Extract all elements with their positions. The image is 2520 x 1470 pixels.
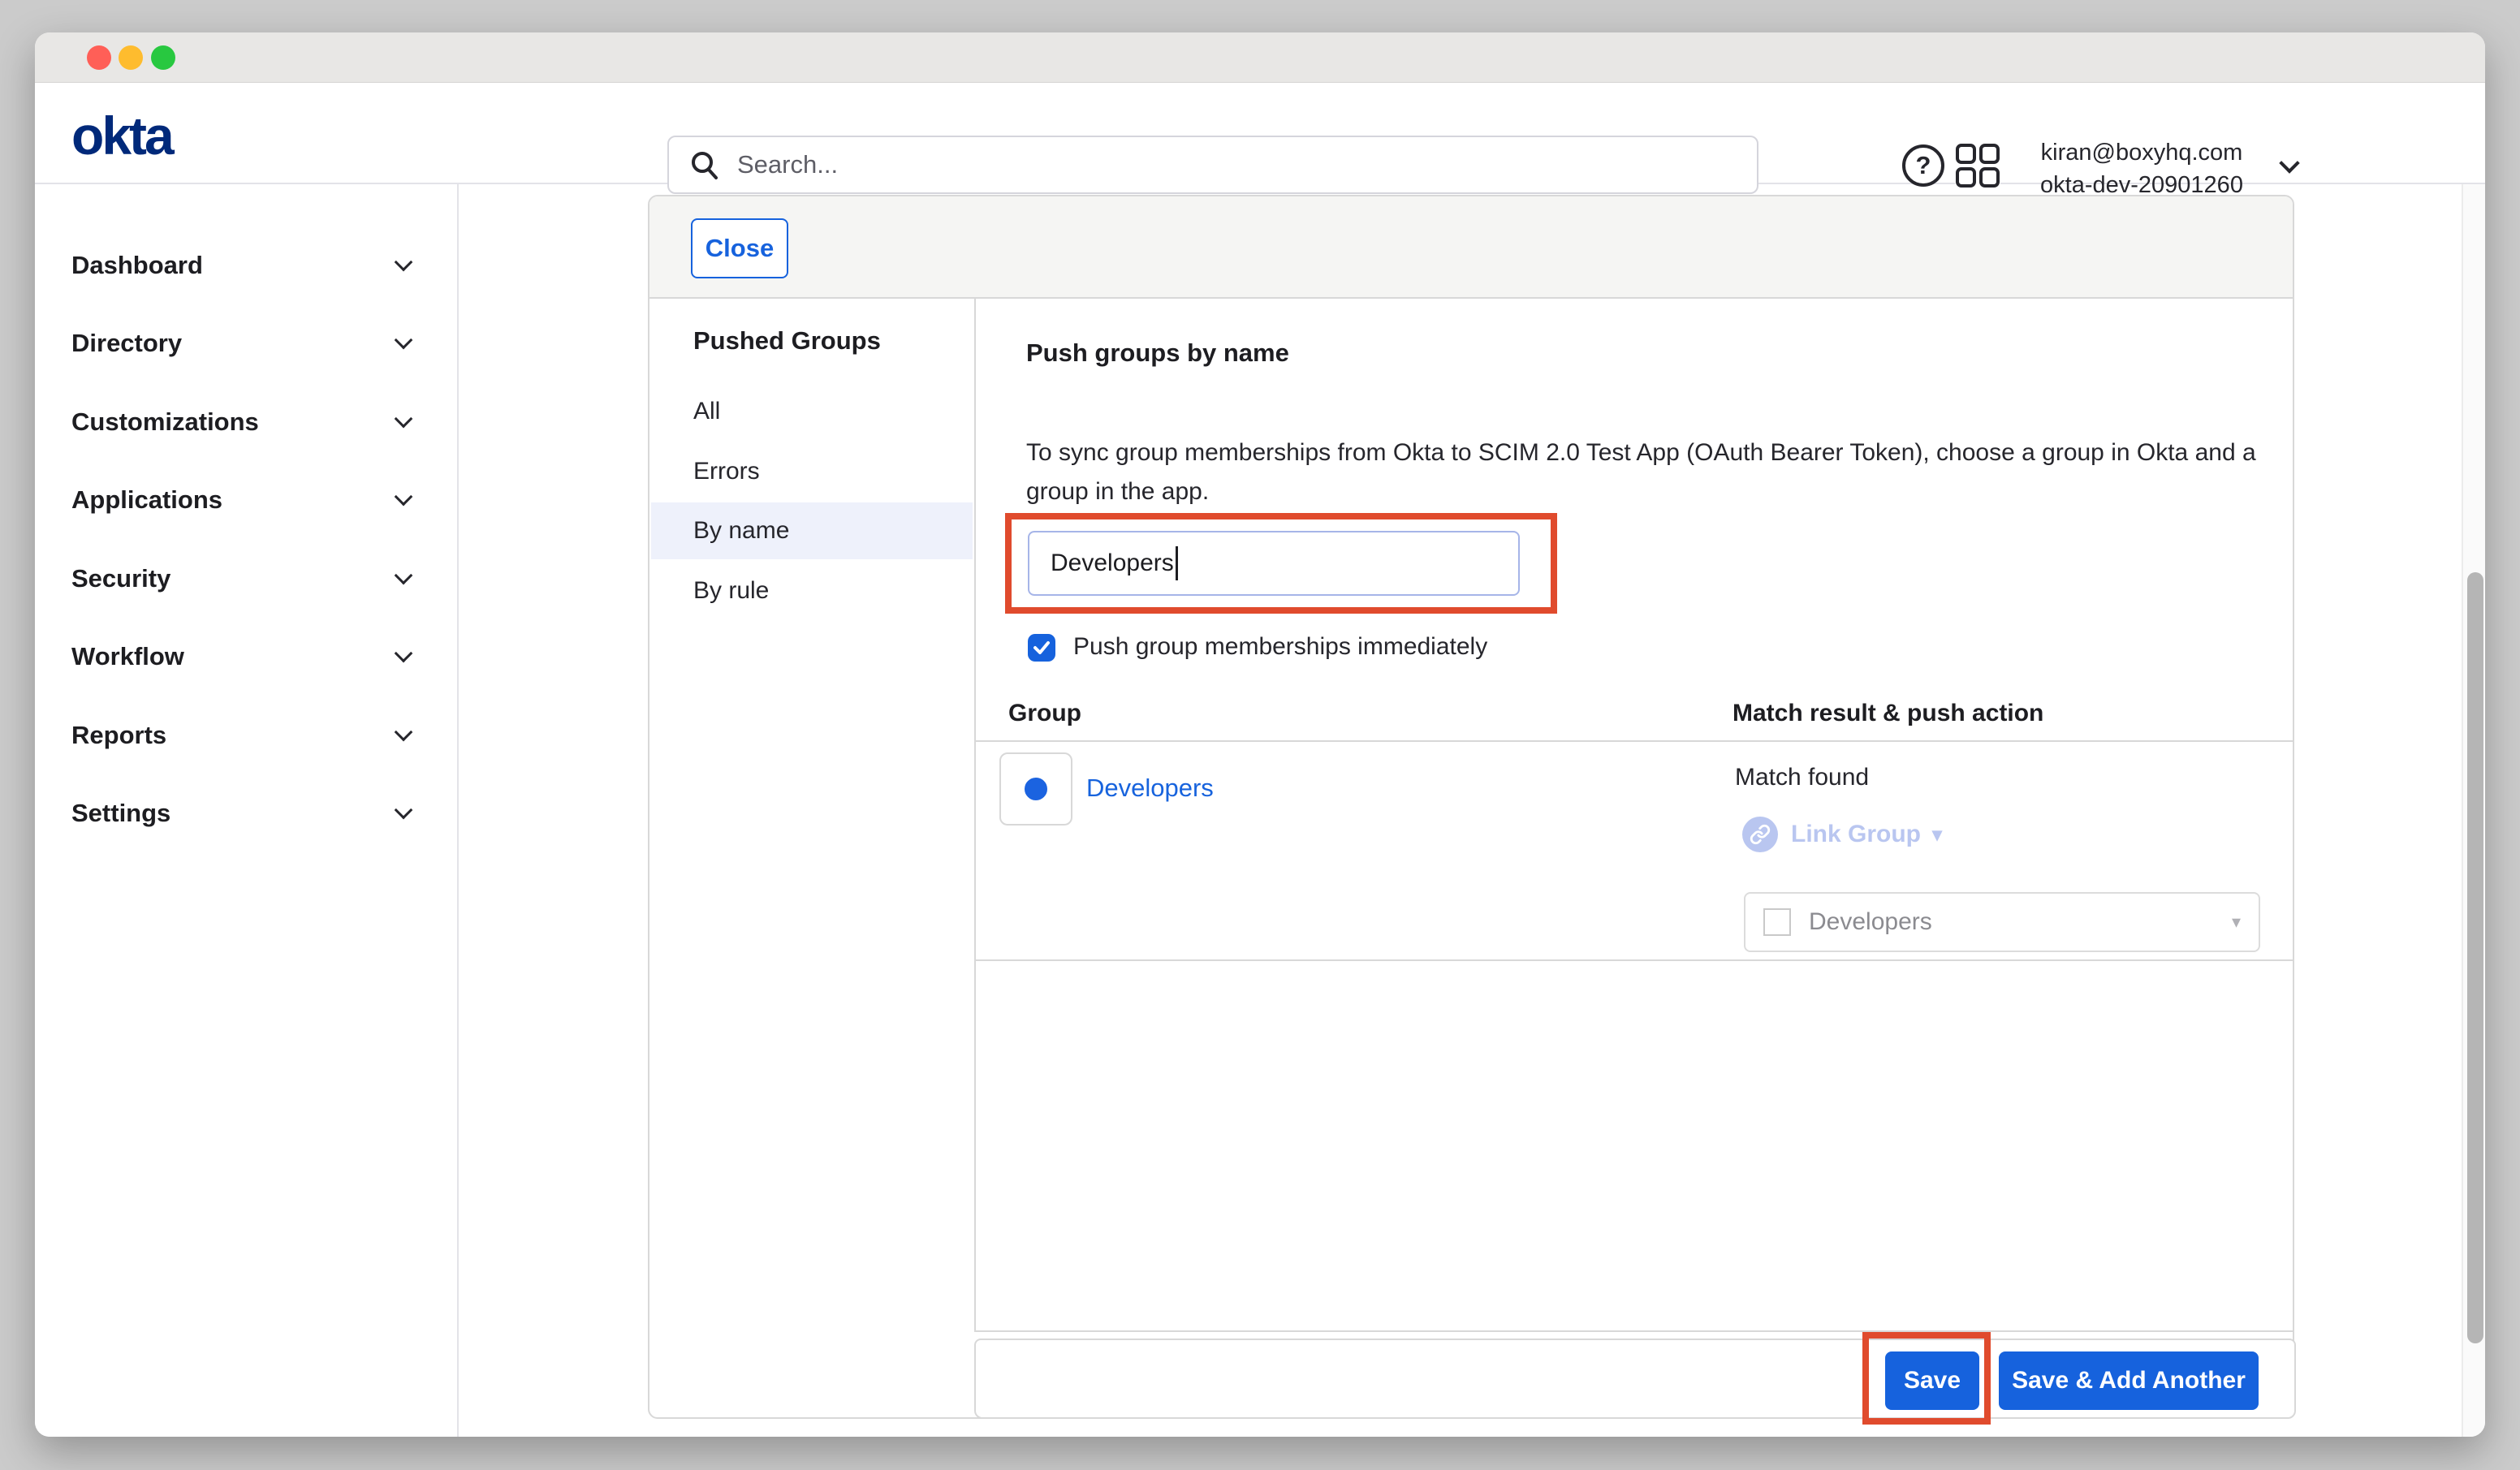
section-description: To sync group memberships from Okta to S… bbox=[1026, 433, 2281, 511]
target-group-icon bbox=[1763, 908, 1791, 936]
scrollbar-track[interactable] bbox=[2462, 184, 2485, 1437]
close-window-button[interactable] bbox=[87, 45, 111, 70]
link-icon bbox=[1742, 817, 1778, 852]
help-button[interactable]: ? bbox=[1902, 144, 1944, 187]
push-by-name-content: Push groups by name To sync group member… bbox=[974, 299, 2294, 1332]
chevron-down-icon bbox=[395, 644, 413, 663]
browser-window: okta ? kiran@boxyhq. bbox=[35, 32, 2485, 1437]
target-group-select[interactable]: Developers ▾ bbox=[1744, 892, 2260, 952]
push-groups-panel: Close Pushed Groups All Errors By name B… bbox=[648, 195, 2294, 1419]
sidebar-item-settings[interactable]: Settings bbox=[35, 785, 457, 842]
match-status: Match found bbox=[1735, 764, 1869, 791]
caret-down-icon: ▾ bbox=[2232, 912, 2241, 933]
group-name-link[interactable]: Developers bbox=[1086, 774, 1214, 803]
group-logo bbox=[999, 752, 1072, 826]
group-logo-icon bbox=[1025, 778, 1047, 800]
save-and-add-another-button[interactable]: Save & Add Another bbox=[1999, 1351, 2259, 1410]
scrollbar-thumb[interactable] bbox=[2467, 572, 2483, 1343]
chevron-down-icon bbox=[395, 331, 413, 350]
account-email: kiran@boxyhq.com bbox=[2012, 136, 2272, 169]
search-input[interactable] bbox=[736, 149, 1737, 180]
push-immediately-label[interactable]: Push group memberships immediately bbox=[1073, 633, 1487, 661]
question-mark-icon: ? bbox=[1916, 151, 1931, 180]
pushed-groups-tab-by-rule[interactable]: By rule bbox=[651, 563, 973, 619]
sidebar-item-workflow[interactable]: Workflow bbox=[35, 628, 457, 685]
group-name-input-value: Developers bbox=[1051, 550, 1174, 577]
chevron-down-icon bbox=[2279, 153, 2299, 173]
chevron-down-icon bbox=[395, 801, 413, 820]
sidebar-item-security[interactable]: Security bbox=[35, 550, 457, 607]
pushed-groups-tab-all[interactable]: All bbox=[651, 383, 973, 440]
pushed-groups-tab-by-name[interactable]: By name bbox=[651, 502, 973, 559]
sidebar-item-customizations[interactable]: Customizations bbox=[35, 394, 457, 450]
sidebar-item-dashboard[interactable]: Dashboard bbox=[35, 237, 457, 294]
main-sidebar: Dashboard Directory Customizations Appli… bbox=[35, 184, 459, 1437]
chevron-down-icon bbox=[395, 567, 413, 585]
account-menu[interactable]: kiran@boxyhq.com okta-dev-20901260 bbox=[2012, 136, 2272, 201]
chevron-down-icon bbox=[395, 253, 413, 272]
column-header-match: Match result & push action bbox=[1732, 700, 2043, 727]
search-icon bbox=[688, 149, 721, 181]
table-row-divider bbox=[976, 959, 2294, 961]
pushed-groups-tab-errors[interactable]: Errors bbox=[651, 443, 973, 500]
close-button[interactable]: Close bbox=[691, 218, 788, 278]
checkmark-icon bbox=[1032, 638, 1051, 657]
window-title-bar bbox=[35, 32, 2485, 83]
minimize-window-button[interactable] bbox=[119, 45, 143, 70]
global-search[interactable] bbox=[667, 136, 1758, 194]
panel-footer: Save Save & Add Another bbox=[974, 1339, 2296, 1419]
chevron-down-icon bbox=[395, 723, 413, 742]
table-header-divider bbox=[976, 740, 2294, 742]
zoom-window-button[interactable] bbox=[151, 45, 175, 70]
chevron-down-icon bbox=[395, 410, 413, 429]
save-button[interactable]: Save bbox=[1885, 1351, 1979, 1410]
sidebar-item-directory[interactable]: Directory bbox=[35, 315, 457, 372]
pushed-groups-title: Pushed Groups bbox=[693, 326, 881, 356]
top-app-bar: okta ? kiran@boxyhq. bbox=[35, 83, 2485, 184]
desktop: okta ? kiran@boxyhq. bbox=[0, 0, 2520, 1470]
chevron-down-icon bbox=[395, 488, 413, 507]
target-group-value: Developers bbox=[1809, 908, 2232, 936]
link-group-label: Link Group bbox=[1791, 821, 1921, 848]
section-title: Push groups by name bbox=[1026, 338, 1289, 368]
panel-toolbar: Close bbox=[649, 196, 2293, 299]
column-header-group: Group bbox=[1008, 700, 1081, 727]
push-immediately-checkbox[interactable] bbox=[1028, 634, 1055, 662]
okta-logo[interactable]: okta bbox=[71, 105, 172, 166]
caret-down-icon: ▾ bbox=[1932, 823, 1942, 847]
app-switcher-button[interactable] bbox=[1955, 143, 2000, 188]
link-group-button[interactable]: Link Group ▾ bbox=[1742, 817, 1942, 852]
group-name-input[interactable]: Developers bbox=[1028, 531, 1520, 596]
grid-icon bbox=[1955, 143, 2000, 188]
sidebar-item-reports[interactable]: Reports bbox=[35, 707, 457, 764]
sidebar-item-applications[interactable]: Applications bbox=[35, 472, 457, 528]
text-cursor bbox=[1176, 546, 1178, 580]
